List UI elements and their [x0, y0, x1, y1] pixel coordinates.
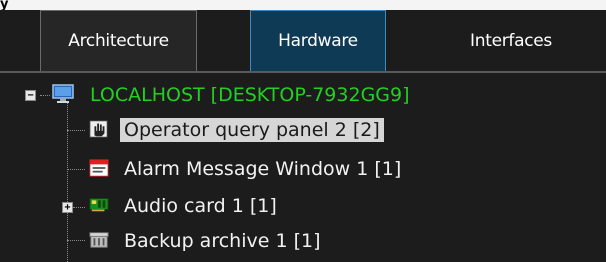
- tree-connector: [67, 240, 85, 241]
- hand-pointer-icon: [89, 120, 108, 138]
- tree-node-backup-archive[interactable]: Backup archive 1 [1]: [120, 226, 325, 256]
- tree-connector: [67, 130, 85, 131]
- tree-node-alarm-message-window[interactable]: Alarm Message Window 1 [1]: [120, 154, 405, 184]
- tree-connector: [67, 169, 85, 170]
- archive-icon: [89, 232, 109, 248]
- tree-node-label: Operator query panel 2 [2]: [120, 118, 384, 142]
- tree-connector: [40, 95, 50, 96]
- tab-architecture-label: Architecture: [68, 31, 169, 51]
- audio-card-icon: [89, 198, 109, 212]
- message-window-icon: [89, 159, 109, 177]
- tree-connector: [67, 103, 68, 262]
- tab-architecture[interactable]: Architecture: [40, 10, 197, 71]
- tree-node-label: LOCALHOST [DESKTOP-7932GG9]: [90, 84, 410, 106]
- tab-interfaces-label: Interfaces: [470, 30, 552, 51]
- tree-node-label: Alarm Message Window 1 [1]: [124, 158, 402, 180]
- hardware-tree: − LOCALHOST [DESKTOP-7932GG9] Operator q…: [0, 73, 606, 262]
- tab-hardware[interactable]: Hardware: [250, 10, 386, 71]
- computer-monitor-icon: [52, 84, 74, 103]
- tab-interfaces[interactable]: Interfaces: [436, 10, 586, 71]
- tree-node-operator-query-panel[interactable]: Operator query panel 2 [2]: [120, 115, 384, 145]
- tree-node-root[interactable]: LOCALHOST [DESKTOP-7932GG9]: [86, 80, 414, 110]
- tab-bar: Architecture Hardware Interfaces: [0, 0, 606, 73]
- tree-node-audio-card[interactable]: Audio card 1 [1]: [120, 191, 281, 221]
- tree-connector: [73, 207, 85, 208]
- tab-hardware-label: Hardware: [278, 31, 358, 51]
- tree-node-label: Backup archive 1 [1]: [124, 230, 321, 252]
- collapse-toggle[interactable]: −: [25, 90, 36, 101]
- tree-node-label: Audio card 1 [1]: [124, 195, 277, 217]
- expand-toggle[interactable]: +: [62, 202, 73, 213]
